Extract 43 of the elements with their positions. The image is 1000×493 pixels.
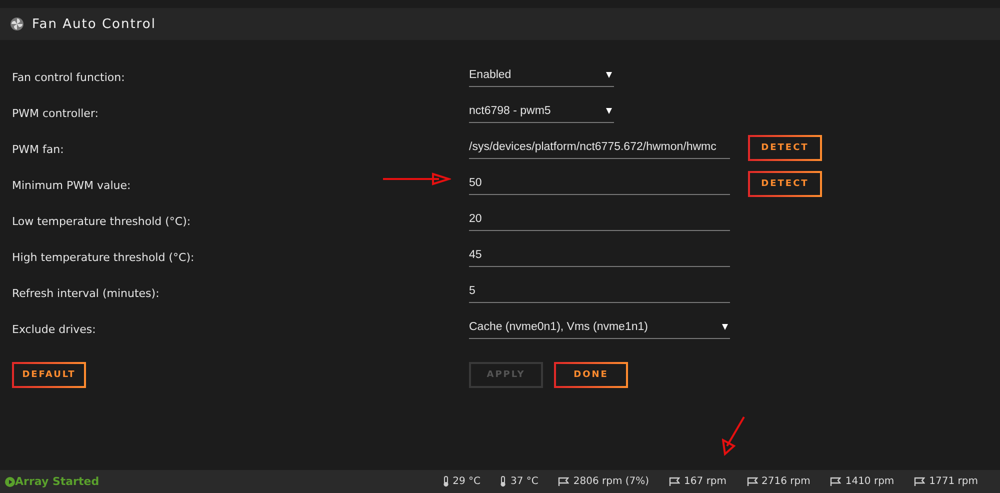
arrow-annotation — [383, 172, 451, 186]
field-label: Exclude drives: — [12, 323, 96, 336]
flag-icon — [558, 477, 570, 486]
field-label: Low temperature threshold (°C): — [12, 215, 191, 228]
flag-icon — [830, 477, 842, 486]
dropdown[interactable]: Cache (nvme0n1), Vms (nvme1n1) — [469, 316, 730, 338]
field-label: Refresh interval (minutes): — [12, 287, 160, 300]
input-field[interactable]: 50 — [469, 172, 730, 194]
dropdown[interactable]: nct6798 - pwm5 — [469, 100, 614, 122]
play-icon — [5, 476, 15, 486]
detect-button[interactable]: DETECT — [748, 134, 822, 160]
field-label: Minimum PWM value: — [12, 179, 131, 192]
input-field[interactable]: 5 — [469, 280, 730, 302]
caret-icon — [722, 324, 728, 330]
sensor-reading: 2716 rpm — [762, 476, 810, 487]
caret-icon — [606, 108, 612, 114]
thermometer-icon — [500, 476, 506, 487]
field-label: High temperature threshold (°C): — [12, 251, 194, 264]
sensor-reading: 2806 rpm (7%) — [573, 476, 650, 487]
sensor-reading: 167 rpm — [684, 476, 727, 487]
sensor-reading: 1410 rpm — [845, 476, 894, 487]
thermometer-icon — [442, 476, 449, 487]
done-button[interactable]: DONE — [554, 362, 628, 388]
field-label: PWM fan: — [12, 143, 64, 156]
sensor-reading: 1771 rpm — [929, 476, 978, 487]
fan-icon — [10, 17, 24, 31]
detect-button[interactable]: DETECT — [748, 170, 822, 196]
sensor-reading: 29 °C — [452, 476, 480, 487]
input-field[interactable]: 20 — [469, 208, 730, 230]
array-status: Array Started — [15, 475, 100, 488]
input-field[interactable]: /sys/devices/platform/nct6775.672/hwmon/hwmc — [469, 136, 730, 158]
flag-icon — [914, 477, 926, 486]
sensor-reading: 37 °C — [510, 476, 538, 487]
flag-icon — [746, 477, 758, 486]
input-field[interactable]: 45 — [469, 244, 730, 266]
default-button[interactable]: DEFAULT — [12, 362, 86, 388]
field-label: PWM controller: — [12, 107, 98, 120]
flag-icon — [669, 477, 680, 486]
field-label: Fan control function: — [12, 71, 125, 84]
arrow-annotation — [722, 416, 746, 456]
caret-icon — [606, 72, 612, 78]
dropdown[interactable]: Enabled — [469, 64, 614, 86]
panel-title: Fan Auto Control — [32, 16, 156, 32]
